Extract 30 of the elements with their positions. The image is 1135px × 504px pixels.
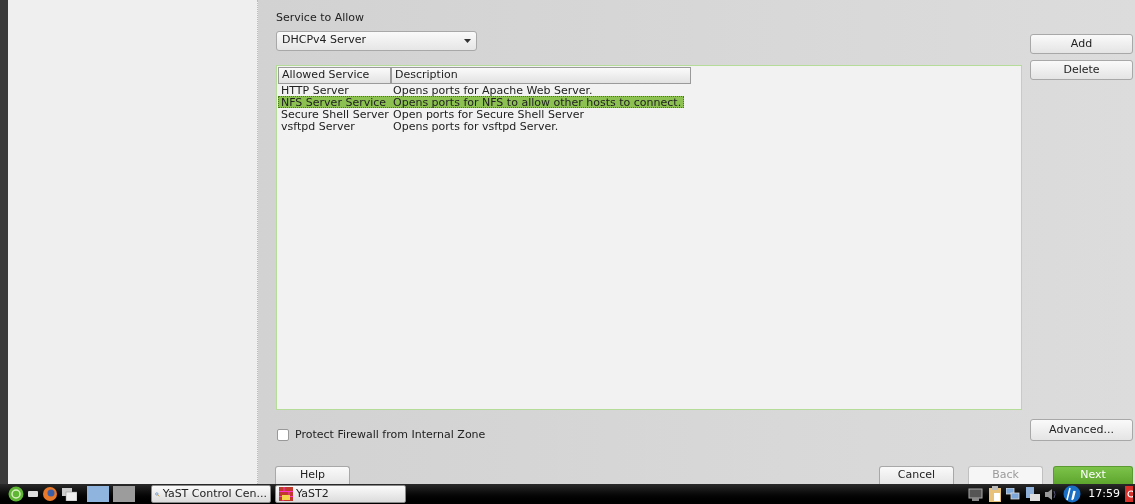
power-icon[interactable] [1125,486,1133,502]
computers-icon[interactable] [1006,487,1021,501]
clock: 17:59 [1088,485,1120,502]
brick-wall-icon [279,487,293,501]
column-header[interactable]: Description [391,66,691,84]
taskbar-button[interactable]: YaST Control Cen... [151,485,271,503]
button[interactable]: Cancel [879,466,954,484]
service-dropdown[interactable]: DHCPv4 Server [276,30,477,51]
printer-icon[interactable] [1025,486,1041,502]
table-row[interactable]: NFS Server Service Opens ports for NFS to allow other hosts to connect. [278,95,685,108]
speaker-icon[interactable] [1045,487,1059,501]
button[interactable]: Add [1030,34,1133,54]
windows-icon[interactable] [62,487,77,501]
browser-icon[interactable] [42,486,58,502]
start-menu-icon[interactable] [8,486,24,502]
table-row[interactable]: HTTP Server Opens ports for Apache Web Server. [278,83,596,96]
taskbar-button[interactable]: YaST2 [275,485,406,503]
checkbox-label[interactable]: Protect Firewall from Internal Zone [295,426,486,443]
logo-icon[interactable] [1063,485,1082,503]
checkbox[interactable] [277,428,289,441]
clipboard-icon[interactable] [989,486,1002,502]
table-row[interactable]: vsftpd Server Opens ports for vsftpd Server. [278,119,562,132]
column-header[interactable]: Allowed Service [278,66,391,84]
button[interactable]: Help [275,466,350,484]
button[interactable]: Delete [1030,60,1133,80]
network-icon[interactable] [967,487,985,501]
advanced-button[interactable]: Advanced... [1030,419,1133,442]
field-label: Service to Allow [276,10,365,26]
caret-icon [464,38,471,43]
table-row[interactable]: Secure Shell Server Open ports for Secure Shell Server [278,107,587,120]
